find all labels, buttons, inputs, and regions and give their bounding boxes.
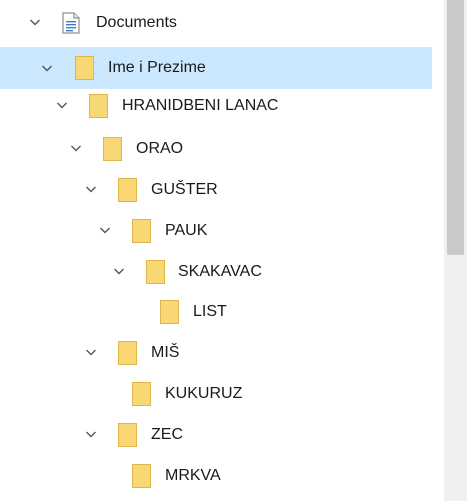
folder-icon bbox=[132, 464, 151, 488]
folder-icon bbox=[89, 94, 108, 118]
tree-item-documents[interactable]: Documents bbox=[0, 3, 432, 43]
tree-item-guster[interactable]: GUŠTER bbox=[0, 170, 432, 210]
tree-item-skakavac[interactable]: SKAKAVAC bbox=[0, 252, 432, 292]
tree-item-label: MIŠ bbox=[151, 344, 180, 361]
documents-icon bbox=[62, 12, 80, 34]
tree-item-zec[interactable]: ZEC bbox=[0, 415, 432, 455]
tree-item-pauk[interactable]: PAUK bbox=[0, 211, 432, 251]
tree-item-label: PAUK bbox=[165, 222, 208, 239]
folder-icon bbox=[118, 341, 137, 365]
chevron-down-icon[interactable] bbox=[85, 428, 97, 440]
tree-item-kukuruz[interactable]: KUKURUZ bbox=[0, 374, 432, 414]
tree-item-label: MRKVA bbox=[165, 467, 221, 484]
tree-item-label: ORAO bbox=[136, 140, 184, 157]
tree-item-label: HRANIDBENI LANAC bbox=[122, 97, 279, 114]
folder-icon bbox=[103, 137, 122, 161]
tree-item-label: Documents bbox=[96, 14, 177, 31]
tree-item-label: GUŠTER bbox=[151, 181, 218, 198]
tree-item-ime-i-prezime[interactable]: Ime i Prezime bbox=[0, 47, 432, 89]
chevron-down-icon[interactable] bbox=[70, 142, 82, 154]
folder-icon bbox=[75, 56, 94, 80]
chevron-down-icon[interactable] bbox=[56, 99, 68, 111]
folder-icon bbox=[132, 219, 151, 243]
chevron-down-icon[interactable] bbox=[85, 346, 97, 358]
chevron-down-icon[interactable] bbox=[99, 224, 111, 236]
tree-item-mis[interactable]: MIŠ bbox=[0, 333, 432, 373]
tree-item-label: LIST bbox=[193, 303, 227, 320]
tree-item-orao[interactable]: ORAO bbox=[0, 129, 432, 169]
folder-icon bbox=[160, 300, 179, 324]
chevron-down-icon[interactable] bbox=[85, 183, 97, 195]
chevron-down-icon[interactable] bbox=[41, 62, 53, 74]
folder-icon bbox=[118, 178, 137, 202]
vertical-scrollbar[interactable] bbox=[444, 0, 467, 501]
tree-item-label: KUKURUZ bbox=[165, 385, 243, 402]
chevron-down-icon[interactable] bbox=[113, 265, 125, 277]
scrollbar-thumb[interactable] bbox=[447, 0, 464, 255]
folder-icon bbox=[132, 382, 151, 406]
tree-item-label: Ime i Prezime bbox=[108, 59, 206, 76]
folder-icon bbox=[118, 423, 137, 447]
tree-item-label: ZEC bbox=[151, 426, 183, 443]
tree-item-mrkva[interactable]: MRKVA bbox=[0, 456, 432, 496]
folder-icon bbox=[146, 260, 165, 284]
folder-tree: Documents Ime i Prezime HRANIDBENI LANAC… bbox=[0, 0, 467, 501]
tree-item-label: SKAKAVAC bbox=[178, 263, 262, 280]
tree-item-hranidbeni-lanac[interactable]: HRANIDBENI LANAC bbox=[0, 86, 432, 126]
tree-item-list[interactable]: LIST bbox=[0, 292, 432, 332]
chevron-down-icon[interactable] bbox=[29, 16, 41, 28]
